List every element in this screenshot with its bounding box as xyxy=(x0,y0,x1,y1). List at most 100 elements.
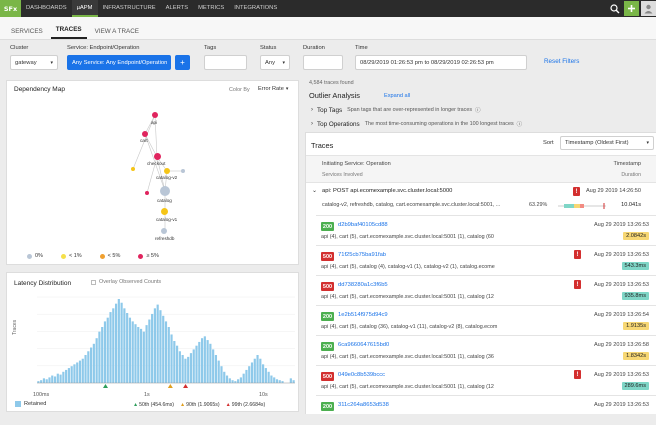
histogram-bar xyxy=(250,362,254,383)
nav-dashboards[interactable]: DASHBOARDS xyxy=(21,0,72,17)
help-icon[interactable]: ⓘ xyxy=(475,106,480,114)
sort-select[interactable]: Timestamp (Oldest First) ▾ xyxy=(560,136,654,150)
histogram-bar xyxy=(128,317,132,383)
histogram-bar xyxy=(170,334,173,383)
p99-label: 99th (2.6684s) xyxy=(231,402,266,408)
outlier-title: Outlier Analysis xyxy=(309,91,360,100)
tab-traces[interactable]: TRACES xyxy=(50,26,87,39)
trace-row[interactable]: 200 1e2b514f975d94c9 Aug 29 2019 13:26:54 a… xyxy=(316,305,656,335)
histogram-bar xyxy=(198,341,201,383)
histogram-bar xyxy=(164,321,168,383)
trace-services-summary: api (4), cart (5), catalog (36), catalog… xyxy=(321,324,498,330)
trace-row[interactable]: 200 6ca9660647615bd0 Aug 29 2019 13:26:58 a… xyxy=(316,335,656,365)
error-icon: ! xyxy=(574,280,581,289)
user-avatar-icon[interactable] xyxy=(641,1,656,16)
trace-row[interactable]: 500 71f25cb75ba91fab! Aug 29 2019 13:26:53… xyxy=(316,245,656,275)
dependency-legend: 0% < 1% < 5% ≥ 5% xyxy=(27,253,159,259)
histogram-bar xyxy=(59,374,62,383)
histogram-bar xyxy=(45,379,48,383)
cluster-select[interactable]: gateway ▾ xyxy=(10,55,58,70)
histogram-bar xyxy=(145,325,148,383)
histogram-bar xyxy=(237,379,240,383)
histogram-bar xyxy=(214,355,218,383)
cluster-label: Cluster xyxy=(10,45,29,51)
histogram-bar xyxy=(101,327,104,383)
chevron-down-icon[interactable]: ⌄ xyxy=(312,187,317,194)
help-icon[interactable]: ⓘ xyxy=(517,120,522,128)
trace-row[interactable]: 500 dd738280a1c3f6b5! Aug 29 2019 13:26:53… xyxy=(316,275,656,305)
overlay-checkbox[interactable]: Overlay Observed Counts xyxy=(91,279,161,285)
group-percent: 63.29% xyxy=(529,202,548,208)
duration-input[interactable] xyxy=(303,55,343,70)
group-timestamp: Aug 29 2019 14:26:50 xyxy=(585,188,641,194)
top-tags-row[interactable]: › Top Tags Span tags that are over-repre… xyxy=(311,106,480,115)
trace-id-link[interactable]: 6ca9660647615bd0 xyxy=(338,342,389,348)
tags-input[interactable] xyxy=(204,55,247,70)
nav-alerts[interactable]: ALERTS xyxy=(161,0,193,17)
histogram-bar xyxy=(48,377,51,383)
legend-0: 0% xyxy=(35,253,43,259)
add-icon[interactable] xyxy=(624,1,639,16)
histogram-bar xyxy=(200,338,204,383)
trace-group-expanded[interactable]: ⌄ api: POST api.ecomexample.svc.cluster.… xyxy=(306,183,656,215)
status-badge: 200 xyxy=(321,312,334,321)
node-unlabeled[interactable] xyxy=(131,167,135,171)
trace-row[interactable]: 200 311c264a8653d538 Aug 29 2019 13:26:53 xyxy=(316,395,656,425)
histogram-bar xyxy=(239,377,242,383)
time-range-picker[interactable]: 08/29/2019 01:26:53 pm to 08/29/2019 02:… xyxy=(355,55,527,70)
nav-metrics[interactable]: METRICS xyxy=(193,0,229,17)
status-badge: 500 xyxy=(321,252,334,261)
nav-apm[interactable]: µAPM xyxy=(71,0,98,17)
node-api[interactable] xyxy=(152,112,158,118)
status-select[interactable]: Any ▾ xyxy=(260,55,290,70)
tab-view-a-trace[interactable]: VIEW A TRACE xyxy=(90,28,144,39)
node-checkout[interactable] xyxy=(154,153,161,160)
trace-row[interactable]: 500 049e0c8b539bccc! Aug 29 2019 13:26:53 a… xyxy=(316,365,656,395)
nav-infrastructure[interactable]: INFRASTRUCTURE xyxy=(98,0,161,17)
histogram-bar xyxy=(106,317,109,383)
reset-filters-link[interactable]: Reset Filters xyxy=(544,58,579,65)
tab-services[interactable]: SERVICES xyxy=(6,28,48,39)
error-icon: ! xyxy=(573,187,580,196)
histogram-bar xyxy=(225,375,229,383)
nav-integrations[interactable]: INTEGRATIONS xyxy=(229,0,282,17)
trace-row[interactable]: 200 d2b9baf40105cd88 Aug 29 2019 13:26:53 a… xyxy=(316,215,656,245)
histogram-bar xyxy=(95,338,98,383)
trace-services-summary: api (4), cart (5), cart.ecomexample.svc.… xyxy=(321,354,494,360)
node-unlabeled[interactable] xyxy=(181,169,185,173)
node-catalog-v2[interactable] xyxy=(164,168,170,174)
histogram-bar xyxy=(278,380,281,383)
status-label: Status xyxy=(260,45,277,51)
trace-id-link[interactable]: 1e2b514f975d94c9 xyxy=(338,312,388,318)
service-select[interactable]: Any Service: Any Endpoint/Operation xyxy=(67,55,171,70)
node-catalog[interactable] xyxy=(160,186,170,196)
expand-all-link[interactable]: Expand all xyxy=(384,93,410,99)
node-cart[interactable] xyxy=(142,131,148,137)
trace-id-link[interactable]: 311c264a8653d538 xyxy=(338,402,389,408)
histogram-bar xyxy=(40,380,43,383)
search-icon[interactable] xyxy=(607,1,622,16)
checkbox-icon xyxy=(91,279,96,285)
trace-id-link[interactable]: 049e0c8b539bccc xyxy=(338,372,385,378)
dependency-map-panel: Dependency Map Color By Error Rate ▾ api… xyxy=(6,80,299,265)
node-catalog-v1[interactable] xyxy=(161,208,168,215)
node-unlabeled[interactable] xyxy=(145,191,149,195)
top-operations-label: Top Operations xyxy=(317,120,360,128)
trace-id-link[interactable]: 71f25cb75ba91fab xyxy=(338,252,386,258)
trace-id-link[interactable]: dd738280a1c3f6b5 xyxy=(338,282,388,288)
trace-duration-badge: 1.9135s xyxy=(623,322,649,330)
top-operations-row[interactable]: › Top Operations The most time-consuming… xyxy=(311,120,522,129)
trace-id-link[interactable]: d2b9baf40105cd88 xyxy=(338,222,388,228)
chevron-down-icon: ▾ xyxy=(646,140,649,146)
status-badge: 500 xyxy=(321,372,334,381)
dependency-graph xyxy=(132,114,183,231)
add-service-button[interactable]: + xyxy=(175,55,190,70)
histogram-bar xyxy=(212,349,215,383)
histogram-bar xyxy=(53,376,57,383)
col-duration: Duration xyxy=(621,172,641,178)
histogram-bar xyxy=(151,313,154,383)
status-badge: 500 xyxy=(321,282,334,291)
signalfx-logo[interactable]: SFx xyxy=(0,0,21,17)
legend-swatch-3 xyxy=(138,253,144,259)
node-refreshdb[interactable] xyxy=(161,228,167,234)
